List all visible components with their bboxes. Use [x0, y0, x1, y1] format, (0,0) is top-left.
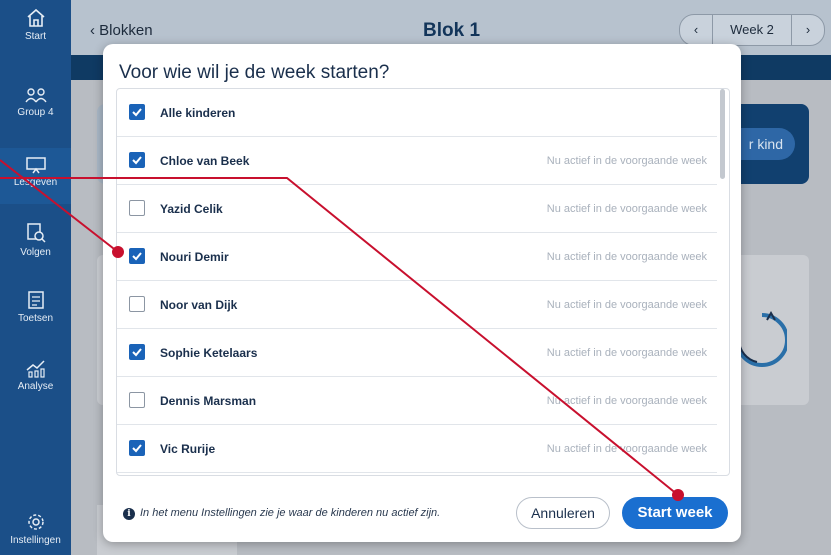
check-icon [132, 348, 142, 357]
back-label: Blokken [99, 22, 153, 39]
info-icon: i [123, 508, 135, 520]
child-name: Sophie Ketelaars [160, 346, 258, 360]
follow-icon [26, 223, 46, 243]
chevron-left-icon: ‹ [90, 22, 95, 39]
status-text: Nu actief in de voorgaande week [546, 155, 707, 167]
child-name: Chloe van Beek [160, 154, 250, 168]
child-name: Noor van Dijk [160, 298, 238, 312]
dialog-title: Voor wie wil je de week starten? [119, 62, 390, 83]
page-title: Blok 1 [423, 20, 481, 41]
sidebar-item-label: Start [24, 31, 47, 42]
checkbox[interactable] [129, 296, 145, 312]
list-item-all[interactable]: Alle kinderen [117, 89, 717, 137]
checkbox[interactable] [129, 344, 145, 360]
status-text: Nu actief in de voorgaande week [546, 443, 707, 455]
sidebar-item-volgen[interactable]: Volgen [0, 222, 71, 258]
sidebar-item-start[interactable]: Start [0, 8, 71, 42]
checkbox-all[interactable] [129, 104, 145, 120]
check-icon [132, 444, 142, 453]
child-name: Vic Rurije [160, 442, 216, 456]
sidebar-item-label: Instellingen [10, 535, 61, 546]
test-icon [27, 291, 44, 309]
check-icon [132, 108, 142, 117]
sidebar-item-label: Lesgeven [13, 177, 58, 188]
child-list: Alle kinderen Chloe van Beek Nu actief in… [116, 88, 730, 476]
start-week-button[interactable]: Start week [622, 497, 728, 529]
status-text: Nu actief in de voorgaande week [546, 395, 707, 407]
status-text: Nu actief in de voorgaande week [546, 251, 707, 263]
week-selector: ‹ Week 2 › [679, 14, 825, 46]
sidebar-item-analyse[interactable]: Analyse [0, 358, 71, 392]
list-item[interactable]: Yazid Celik Nu actief in de voorgaande we… [117, 185, 717, 233]
list-item[interactable]: Chloe van Beek Nu actief in de voorgaande… [117, 137, 717, 185]
sidebar-item-label: Analyse [17, 381, 54, 392]
sidebar-item-group[interactable]: Group 4 [0, 86, 71, 118]
teach-icon [25, 157, 46, 174]
sidebar-item-instellingen[interactable]: Instellingen [0, 512, 71, 546]
check-icon [132, 156, 142, 165]
child-name: Dennis Marsman [160, 394, 257, 408]
list-item[interactable]: Sophie Ketelaars Nu actief in de voorgaan… [117, 329, 717, 377]
next-week-button[interactable]: › [791, 15, 824, 45]
list-item[interactable]: Nouri Demir Nu actief in de voorgaande we… [117, 233, 717, 281]
status-text: Nu actief in de voorgaande week [546, 347, 707, 359]
list-item[interactable]: Dennis Marsman Nu actief in de voorgaande… [117, 377, 717, 425]
all-children-label: Alle kinderen [160, 106, 236, 120]
child-name: Nouri Demir [160, 250, 229, 264]
status-text: Nu actief in de voorgaande week [546, 299, 707, 311]
check-icon [132, 252, 142, 261]
status-text: Nu actief in de voorgaande week [546, 203, 707, 215]
cancel-button[interactable]: Annuleren [516, 497, 610, 529]
sidebar-item-label: Toetsen [17, 313, 54, 324]
checkbox[interactable] [129, 248, 145, 264]
child-name: Yazid Celik [160, 202, 223, 216]
checkbox[interactable] [129, 440, 145, 456]
gear-icon [27, 514, 44, 530]
info-text: In het menu Instellingen zie je waar de … [140, 507, 441, 519]
sidebar-item-lesgeven[interactable]: Lesgeven [0, 148, 71, 204]
group-icon [24, 88, 47, 103]
checkbox[interactable] [129, 152, 145, 168]
sidebar-item-toetsen[interactable]: Toetsen [0, 290, 71, 324]
sidebar: Start Group 4 Lesgeven Volgen Toetsen An… [0, 0, 71, 555]
checkbox[interactable] [129, 200, 145, 216]
week-label: Week 2 [730, 22, 774, 37]
sidebar-item-label: Group 4 [17, 107, 54, 118]
analysis-icon [26, 360, 45, 378]
home-icon [26, 8, 45, 27]
checkbox[interactable] [129, 392, 145, 408]
previous-week-button[interactable]: ‹ [680, 15, 713, 45]
list-item[interactable]: Vic Rurije Nu actief in de voorgaande wee… [117, 425, 717, 473]
start-week-dialog: Voor wie wil je de week starten? Alle ki… [103, 44, 741, 542]
list-item[interactable]: Noor van Dijk Nu actief in de voorgaande … [117, 281, 717, 329]
scrollbar[interactable] [720, 89, 725, 179]
sidebar-item-label: Volgen [20, 247, 51, 258]
back-button[interactable]: ‹ Blokken [90, 22, 153, 39]
